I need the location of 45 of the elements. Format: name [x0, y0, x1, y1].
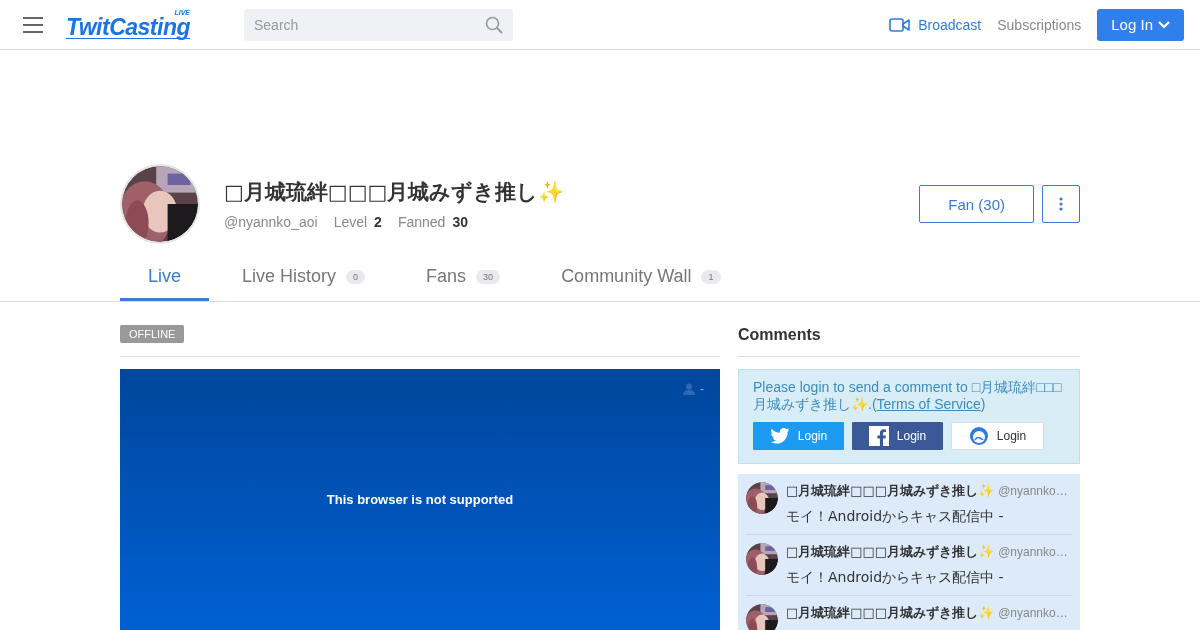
chevron-down-icon: [1158, 20, 1170, 29]
count-badge: 1: [701, 269, 721, 284]
viewer-count: -: [700, 382, 704, 396]
comments-title: Comments: [738, 324, 1080, 357]
fan-button[interactable]: Fan (30): [919, 185, 1034, 223]
user-handle: @nyannko_aoi: [224, 214, 318, 230]
facebook-icon: [868, 426, 889, 446]
status-badge: OFFLINE: [120, 325, 185, 343]
terms-link[interactable]: Terms of Service: [876, 396, 981, 412]
comment-text: モイ！Androidからキャス配信中 -: [786, 508, 1005, 526]
bird-icon: [769, 428, 790, 444]
login-button[interactable]: Login: [852, 422, 943, 450]
commenter-name: □月城琉絆□□□月城みずき推し✨: [786, 604, 995, 622]
twitcasting-icon: [968, 426, 989, 446]
count-badge: 0: [346, 269, 366, 284]
person-icon: [683, 383, 695, 395]
notice-text: Please login to send a comment to □月城琉絆□□□月城みずき推し✨.(Terms of Service): [753, 379, 1063, 413]
subscriptions-link[interactable]: Subscriptions: [997, 16, 1082, 33]
more-button[interactable]: [1042, 185, 1080, 223]
profile-name: □月城琉絆□□□月城みずき推し✨: [224, 179, 565, 206]
unsupported-message: This browser is not supported: [326, 491, 514, 507]
commenter-handle: @nyannko…: [998, 545, 1068, 559]
level-label: Level: [333, 214, 368, 230]
video-camera-icon: [889, 17, 911, 32]
broadcast-link[interactable]: Broadcast: [889, 16, 982, 33]
search-field[interactable]: Search: [244, 8, 513, 41]
count-badge: 30: [476, 269, 501, 284]
commenter-name: □月城琉絆□□□月城みずき推し✨: [786, 482, 995, 500]
login-button[interactable]: Login: [753, 422, 844, 450]
search-icon: [485, 15, 503, 34]
more-icon: [1059, 197, 1063, 211]
level-value: 2: [374, 214, 382, 230]
menu-icon: [23, 16, 43, 33]
tab[interactable]: Community Wall 1: [533, 255, 749, 301]
login-button[interactable]: Log In: [1097, 8, 1184, 41]
login-button[interactable]: Login: [951, 422, 1044, 450]
comment-text: モイ！Androidからキャス配信中 -: [786, 569, 1005, 587]
commenter-handle: @nyannko…: [998, 606, 1068, 620]
fanned-label: Fanned: [397, 214, 446, 230]
commenter-handle: @nyannko…: [998, 484, 1068, 498]
commenter-name: □月城琉絆□□□月城みずき推し✨: [786, 543, 995, 561]
tab[interactable]: Live History 0: [214, 255, 394, 301]
tab[interactable]: Fans 30: [398, 255, 529, 301]
fanned-value: 30: [452, 214, 468, 230]
tab[interactable]: Live: [120, 255, 210, 301]
